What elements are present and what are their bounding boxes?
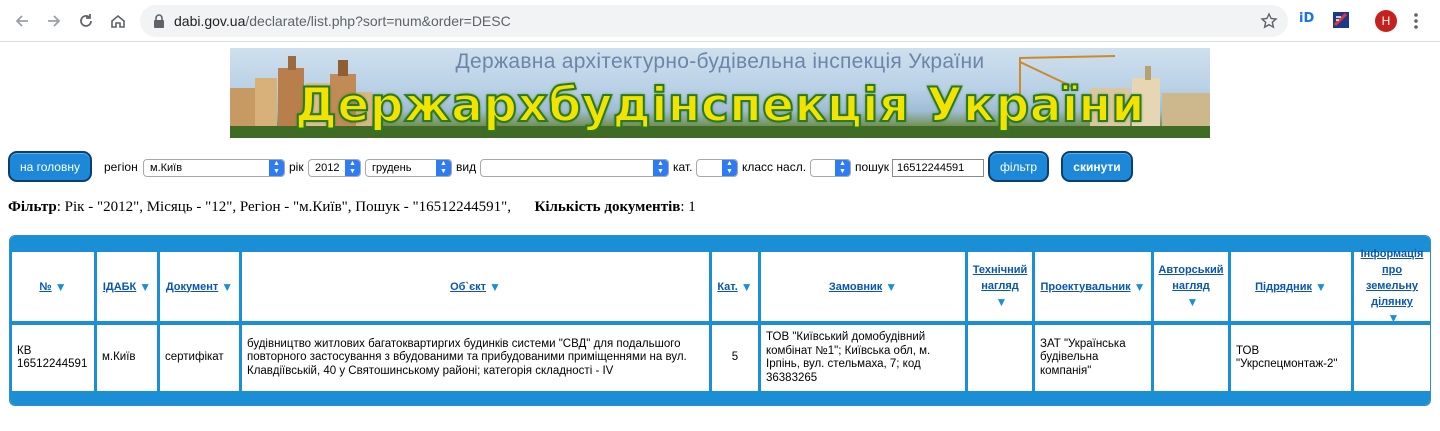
- region-select[interactable]: м.Київ ▲ ▼: [143, 159, 285, 177]
- header-land-info-link[interactable]: Інформація про земельну ділянку: [1357, 246, 1427, 310]
- region-select-value: м.Київ: [150, 162, 183, 174]
- header-document-link[interactable]: Документ: [166, 279, 218, 295]
- url-path: /declarate/list.php?sort=num&order=DESC: [245, 13, 511, 29]
- table-header-row: № ▼ ІДАБК ▼ Документ ▼ Об`єкт ▼ Кат. ▼ Замовн…: [10, 248, 1430, 325]
- cell-idabk: м.Київ: [97, 325, 157, 391]
- cell-land-info: [1354, 325, 1430, 391]
- filter-button[interactable]: фільтр: [988, 151, 1049, 182]
- search-label: пошук: [855, 160, 890, 174]
- type-select[interactable]: ▲ ▼: [480, 159, 669, 177]
- sort-desc-icon: ▼: [995, 295, 1008, 309]
- select-arrows-icon: ▲ ▼: [345, 160, 360, 176]
- filter-summary-label: Фільтр: [8, 199, 57, 215]
- home-page-button[interactable]: на головну: [8, 151, 92, 182]
- header-contractor-link[interactable]: Підрядник: [1255, 279, 1312, 295]
- cell-customer: ТОВ "Київський домобудівний комбінат №1"…: [761, 325, 965, 391]
- header-object-link[interactable]: Об`єкт: [450, 279, 486, 295]
- sort-desc-icon: ▼: [1133, 279, 1146, 294]
- sort-desc-icon: ▼: [1314, 279, 1327, 294]
- cell-object: будівництво житлових багатоквартиргих бу…: [242, 325, 709, 391]
- header-contractor[interactable]: Підрядник ▼: [1231, 252, 1351, 321]
- extension-icon[interactable]: [1332, 11, 1350, 29]
- header-designer-link[interactable]: Проектувальник: [1040, 279, 1130, 295]
- category-label: кат.: [673, 160, 693, 174]
- cell-category: 5: [712, 325, 758, 391]
- results-table: № ▼ ІДАБК ▼ Документ ▼ Об`єкт ▼ Кат. ▼ Замовн…: [9, 235, 1431, 406]
- document-count-label: Кількість документів: [534, 199, 681, 215]
- menu-kebab-icon[interactable]: [1411, 10, 1421, 32]
- header-designer[interactable]: Проектувальник ▼: [1035, 252, 1151, 321]
- table-bottom-bar: [10, 393, 1430, 405]
- cell-tech-supervision: [968, 325, 1032, 391]
- cell-author-supervision: [1154, 325, 1228, 391]
- back-icon[interactable]: [9, 8, 35, 34]
- header-document[interactable]: Документ ▼: [160, 252, 239, 321]
- select-arrows-icon: ▲ ▼: [436, 160, 451, 176]
- header-tech-supervision-link[interactable]: Технічний нагляд: [971, 262, 1029, 294]
- header-customer-link[interactable]: Замовник: [829, 279, 882, 295]
- select-arrows-icon: ▲ ▼: [835, 160, 850, 176]
- reset-button[interactable]: скинути: [1061, 151, 1133, 182]
- header-category[interactable]: Кат. ▼: [712, 252, 758, 321]
- url-text: dabi.gov.ua/declarate/list.php?sort=num&…: [174, 13, 511, 29]
- cell-designer: ЗАТ "Українська будівельна компанія": [1035, 325, 1151, 391]
- header-author-supervision-link[interactable]: Авторський нагляд: [1157, 262, 1225, 294]
- region-label: регіон: [104, 160, 138, 174]
- url-host: dabi.gov.ua: [174, 13, 246, 29]
- header-customer[interactable]: Замовник ▼: [761, 252, 965, 321]
- month-select[interactable]: грудень ▲ ▼: [365, 159, 452, 177]
- banner-title: Держархбудінспекція України: [294, 77, 1145, 134]
- month-select-value: грудень: [372, 162, 412, 174]
- year-select-value: 2012: [315, 162, 340, 174]
- header-object[interactable]: Об`єкт ▼: [242, 252, 709, 321]
- category-select[interactable]: ▲ ▼: [696, 159, 738, 177]
- cell-contractor: ТОВ "Укрспецмонтаж-2": [1231, 325, 1351, 391]
- document-count-value: : 1: [680, 199, 696, 215]
- browser-toolbar: dabi.gov.ua/declarate/list.php?sort=num&…: [0, 0, 1440, 42]
- select-arrows-icon: ▲ ▼: [722, 160, 737, 176]
- filter-summary-text: : Рік - "2012", Місяць - "12", Регіон - …: [56, 199, 511, 215]
- profile-avatar[interactable]: H: [1375, 10, 1397, 32]
- id-extension-icon[interactable]: iD: [1299, 11, 1314, 31]
- sort-desc-icon: ▼: [54, 279, 67, 294]
- bookmark-star-icon[interactable]: [1260, 12, 1278, 30]
- header-tech-supervision[interactable]: Технічний нагляд▼: [968, 252, 1032, 321]
- home-icon[interactable]: [105, 8, 131, 34]
- year-select[interactable]: 2012 ▲ ▼: [308, 159, 361, 177]
- header-category-link[interactable]: Кат.: [717, 279, 737, 295]
- sort-desc-icon: ▼: [139, 279, 152, 294]
- banner-subtitle: Державна архітектурно-будівельна інспекц…: [455, 50, 985, 73]
- select-arrows-icon: ▲ ▼: [653, 160, 668, 176]
- header-land-info[interactable]: Інформація про земельну ділянку▼: [1354, 248, 1430, 325]
- header-num-link[interactable]: №: [39, 279, 51, 295]
- header-author-supervision[interactable]: Авторський нагляд▼: [1154, 252, 1228, 321]
- header-num[interactable]: № ▼: [12, 252, 94, 321]
- header-idabk-link[interactable]: ІДАБК: [103, 279, 136, 295]
- consequence-class-label: класс насл.: [742, 160, 807, 174]
- sort-desc-icon: ▼: [221, 279, 234, 294]
- cell-document: сертифікат: [160, 325, 239, 391]
- sort-desc-icon: ▼: [885, 279, 898, 294]
- select-arrows-icon: ▲ ▼: [269, 160, 284, 176]
- filter-bar: на головну регіон м.Київ ▲ ▼ рік 2012 ▲ ▼ …: [0, 150, 1440, 184]
- year-label: рік: [289, 160, 304, 174]
- consequence-class-select[interactable]: ▲ ▼: [810, 159, 851, 177]
- search-input[interactable]: 16512244591: [892, 159, 984, 177]
- lock-icon: [154, 14, 164, 28]
- table-top-bar: [10, 236, 1430, 250]
- forward-icon[interactable]: [41, 8, 67, 34]
- cell-num: КВ 16512244591: [12, 325, 94, 391]
- sort-desc-icon: ▼: [489, 279, 501, 294]
- filter-summary: Фільтр: Рік - "2012", Місяць - "12", Рег…: [8, 199, 696, 216]
- type-label: вид: [456, 160, 477, 174]
- sort-desc-icon: ▼: [740, 279, 753, 294]
- site-banner: Державна архітектурно-будівельна інспекц…: [230, 48, 1210, 138]
- sort-desc-icon: ▼: [1186, 295, 1199, 309]
- header-idabk[interactable]: ІДАБК ▼: [97, 252, 157, 321]
- table-row: КВ 16512244591 м.Київ сертифікат будівни…: [10, 323, 1430, 393]
- address-bar[interactable]: dabi.gov.ua/declarate/list.php?sort=num&…: [140, 5, 1288, 37]
- reload-icon[interactable]: [73, 8, 99, 34]
